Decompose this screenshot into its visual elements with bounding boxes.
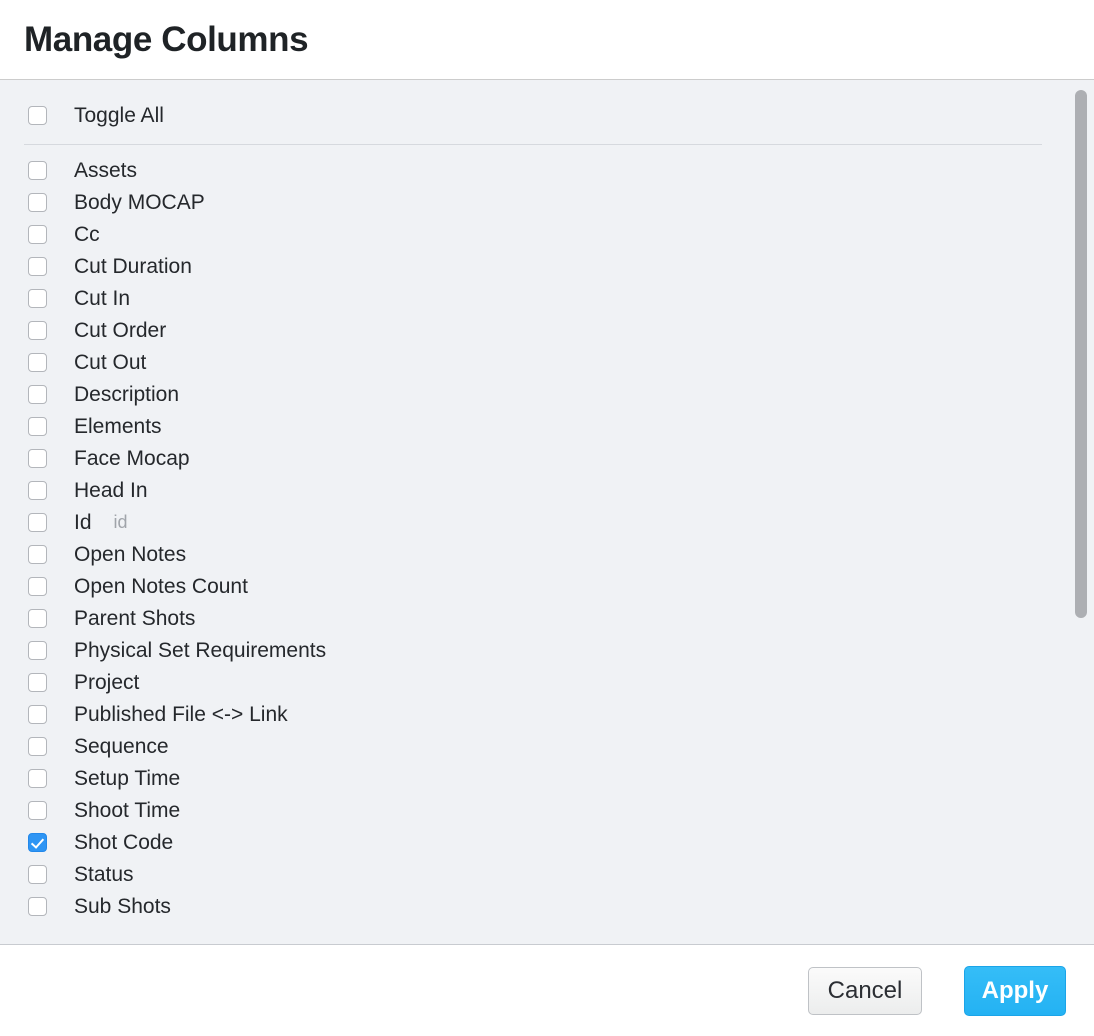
column-label: Project: [74, 670, 140, 694]
column-checkbox[interactable]: [28, 320, 47, 340]
list-divider: [24, 144, 1042, 145]
column-checkbox[interactable]: [28, 704, 47, 724]
column-label: Cut Duration: [74, 254, 192, 278]
column-row[interactable]: Cc: [0, 218, 1094, 250]
column-row[interactable]: Shoot Time: [0, 794, 1094, 826]
column-checkbox[interactable]: [28, 256, 47, 276]
toggle-all-label: Toggle All: [74, 103, 164, 127]
column-checkbox[interactable]: [28, 736, 47, 756]
column-row[interactable]: Open Notes Count: [0, 570, 1094, 602]
column-checkbox[interactable]: [28, 576, 47, 596]
column-checkbox[interactable]: [28, 864, 47, 884]
apply-button[interactable]: Apply: [964, 965, 1066, 1016]
column-checkbox[interactable]: [28, 832, 47, 852]
column-list-scroll-area: Toggle All Assets Body MOCAP Cc Cut Duratio…: [0, 80, 1094, 944]
column-label: Face Mocap: [74, 446, 190, 470]
column-label: Open Notes Count: [74, 574, 248, 598]
cancel-button[interactable]: Cancel: [808, 966, 922, 1015]
column-field-name: id: [113, 512, 128, 532]
column-checkbox[interactable]: [28, 512, 47, 532]
column-row[interactable]: Project: [0, 666, 1094, 698]
column-checkbox[interactable]: [28, 288, 47, 308]
column-checkbox[interactable]: [28, 672, 47, 692]
column-row[interactable]: Body MOCAP: [0, 186, 1094, 218]
column-checkbox[interactable]: [28, 480, 47, 500]
column-label: Body MOCAP: [74, 190, 205, 214]
column-checkbox[interactable]: [28, 384, 47, 404]
column-row[interactable]: Cut Order: [0, 314, 1094, 346]
column-label: Cut In: [74, 286, 131, 310]
column-row[interactable]: Id id: [0, 506, 1094, 538]
column-row[interactable]: Parent Shots: [0, 602, 1094, 634]
column-checkbox[interactable]: [28, 608, 47, 628]
page-title: Manage Columns: [24, 20, 309, 59]
column-row[interactable]: Elements: [0, 410, 1094, 442]
column-label: Elements: [74, 414, 162, 438]
column-row[interactable]: Cut Duration: [0, 250, 1094, 282]
column-row[interactable]: Cut In: [0, 282, 1094, 314]
toggle-all-checkbox[interactable]: [28, 105, 47, 125]
column-label: Sequence: [74, 734, 169, 758]
column-label: Cut Out: [74, 350, 147, 374]
column-list-panel: Toggle All Assets Body MOCAP Cc Cut Duratio…: [0, 80, 1094, 945]
column-row[interactable]: Setup Time: [0, 762, 1094, 794]
column-row[interactable]: Assets: [0, 154, 1094, 186]
column-checkbox[interactable]: [28, 800, 47, 820]
column-label: Description: [74, 382, 180, 406]
column-label: Status: [74, 862, 134, 886]
column-label: Cc: [74, 222, 100, 246]
manage-columns-dialog: Manage Columns Toggle All Assets Body MOC…: [0, 0, 1094, 1036]
column-row[interactable]: Sequence: [0, 730, 1094, 762]
column-checkbox[interactable]: [28, 224, 47, 244]
column-label: Id: [74, 510, 92, 534]
column-label: Sub Shots: [74, 894, 171, 918]
column-label: Shoot Time: [74, 798, 181, 822]
toggle-all-row[interactable]: Toggle All: [0, 93, 1094, 137]
column-label: Head In: [74, 478, 148, 502]
column-row[interactable]: Shot Code: [0, 826, 1094, 858]
column-row[interactable]: Sub Shots: [0, 890, 1094, 922]
column-row[interactable]: Physical Set Requirements: [0, 634, 1094, 666]
dialog-header: Manage Columns: [0, 0, 1094, 80]
column-checkbox[interactable]: [28, 896, 47, 916]
column-row[interactable]: Cut Out: [0, 346, 1094, 378]
column-label: Published File <-> Link: [74, 702, 288, 726]
column-checkbox[interactable]: [28, 192, 47, 212]
column-label: Setup Time: [74, 766, 181, 790]
column-checkbox[interactable]: [28, 352, 47, 372]
dialog-footer: Cancel Apply: [0, 945, 1094, 1036]
column-row[interactable]: Description: [0, 378, 1094, 410]
column-row[interactable]: Head In: [0, 474, 1094, 506]
column-label: Parent Shots: [74, 606, 196, 630]
column-label: Physical Set Requirements: [74, 638, 327, 662]
column-row[interactable]: Status: [0, 858, 1094, 890]
column-row[interactable]: Published File <-> Link: [0, 698, 1094, 730]
column-label: Assets: [74, 158, 138, 182]
column-checkbox[interactable]: [28, 768, 47, 788]
column-label: Open Notes: [74, 542, 187, 566]
column-checkbox[interactable]: [28, 544, 47, 564]
column-checkbox[interactable]: [28, 640, 47, 660]
column-row[interactable]: Open Notes: [0, 538, 1094, 570]
column-rows: Assets Body MOCAP Cc Cut Duration Cut In Cut …: [0, 154, 1094, 922]
column-checkbox[interactable]: [28, 448, 47, 468]
column-row[interactable]: Face Mocap: [0, 442, 1094, 474]
list-scrollbar-thumb[interactable]: [1075, 90, 1087, 618]
column-checkbox[interactable]: [28, 160, 47, 180]
column-label: Shot Code: [74, 830, 174, 854]
column-checkbox[interactable]: [28, 416, 47, 436]
column-label: Cut Order: [74, 318, 167, 342]
list-scrollbar[interactable]: [1075, 80, 1087, 944]
